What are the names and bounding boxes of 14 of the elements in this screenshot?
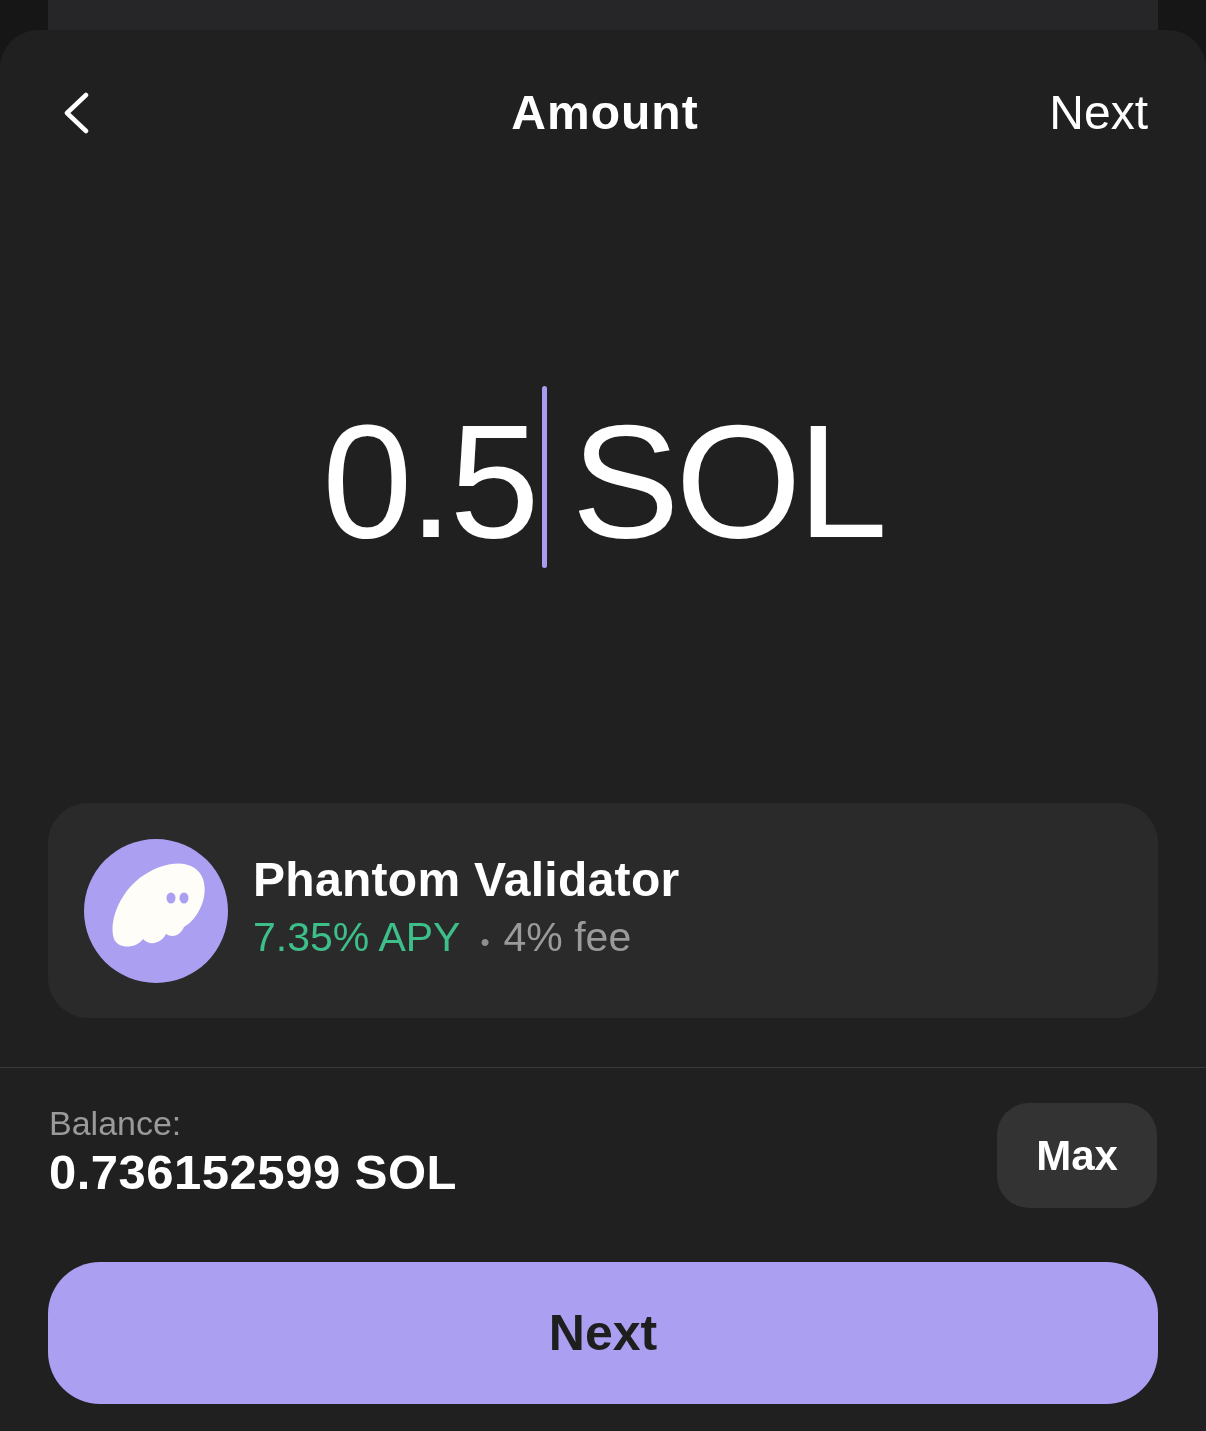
- ghost-icon: [84, 838, 228, 983]
- fee-text: 4% fee: [503, 913, 632, 962]
- separator: •: [480, 926, 490, 959]
- max-button[interactable]: Max: [997, 1103, 1157, 1208]
- balance-value: 0.736152599 SOL: [49, 1144, 457, 1201]
- validator-card[interactable]: Phantom Validator 7.35% APY • 4% fee: [48, 803, 1158, 1018]
- back-button[interactable]: [62, 92, 90, 134]
- next-link[interactable]: Next: [1049, 85, 1148, 141]
- next-button[interactable]: Next: [48, 1262, 1158, 1404]
- balance-label: Balance:: [49, 1103, 183, 1143]
- screen-title: Amount: [511, 85, 699, 141]
- validator-name: Phantom Validator: [253, 852, 680, 908]
- chevron-left-icon: [62, 92, 90, 134]
- apy-text: 7.35% APY: [253, 913, 461, 962]
